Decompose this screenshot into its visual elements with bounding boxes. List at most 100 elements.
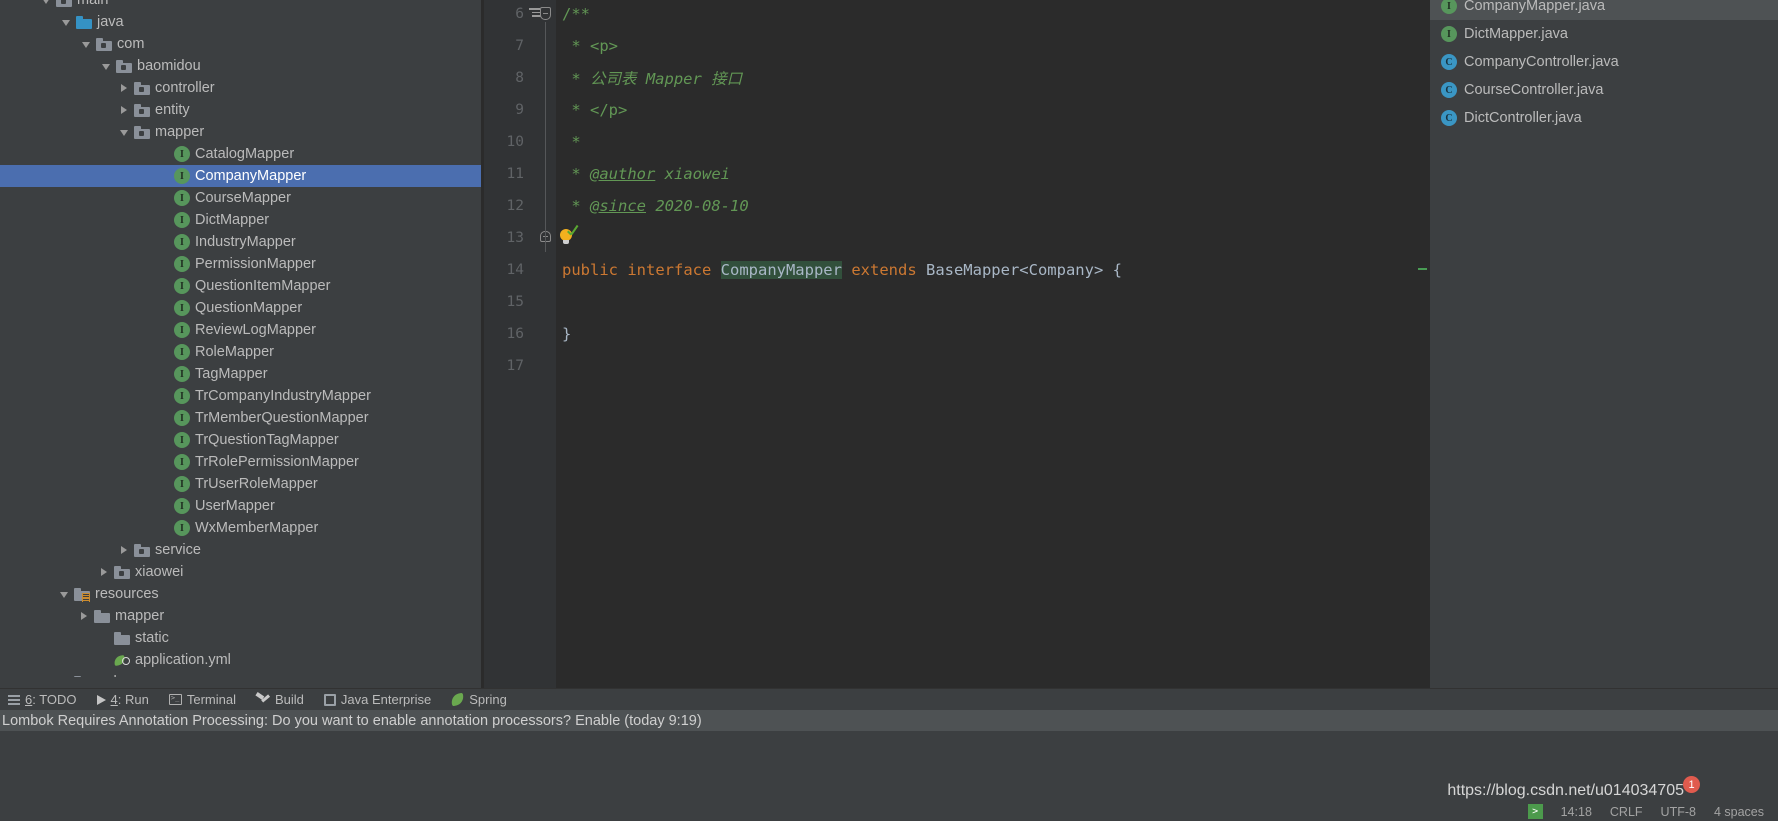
tree-row[interactable]: com (0, 33, 484, 55)
code-line[interactable]: 15 (484, 286, 1430, 318)
tree-row[interactable]: I QuestionMapper (0, 297, 484, 319)
tree-row-label: TagMapper (195, 366, 268, 382)
tool-window-button[interactable]: 4: Run (89, 689, 161, 711)
tree-row[interactable]: I TrUserRoleMapper (0, 473, 484, 495)
status-bar[interactable]: > 14:18 CRLF UTF-8 4 spaces (0, 802, 1778, 821)
code-line[interactable]: 14 public interface CompanyMapper extends… (484, 254, 1430, 286)
intention-bulb-icon[interactable] (558, 226, 580, 248)
tree-row[interactable]: I RoleMapper (0, 341, 484, 363)
notification-bar[interactable]: Lombok Requires Annotation Processing: D… (0, 710, 1778, 731)
file-encoding[interactable]: UTF-8 (1661, 805, 1696, 819)
tree-row[interactable]: I CourseMapper (0, 187, 484, 209)
tool-window-button[interactable]: Spring (443, 689, 519, 711)
tool-window-button[interactable]: Terminal (161, 689, 248, 711)
tree-row[interactable]: static (0, 627, 484, 649)
tree-toggle-expanded-icon[interactable] (80, 38, 93, 51)
code-token: /** (562, 5, 590, 23)
tree-row[interactable]: entity (0, 99, 484, 121)
tree-toggle-collapsed-icon[interactable] (118, 544, 131, 557)
code-line[interactable]: 17 (484, 350, 1430, 382)
package-folder-icon (134, 81, 150, 95)
tree-row[interactable]: main (0, 0, 484, 11)
interface-icon: I (174, 410, 190, 426)
tree-row[interactable]: mapper (0, 121, 484, 143)
code-token: 2020-08-10 (646, 197, 749, 215)
tree-row[interactable]: I TrCompanyIndustryMapper (0, 385, 484, 407)
tree-row[interactable]: I PermissionMapper (0, 253, 484, 275)
line-separator[interactable]: CRLF (1610, 805, 1643, 819)
interface-icon: I (174, 498, 190, 514)
tree-row[interactable]: controller (0, 77, 484, 99)
tree-toggle-expanded-icon[interactable] (100, 60, 113, 73)
recent-file-row[interactable]: C DictController.java (1430, 104, 1778, 132)
tree-row-label: TrCompanyIndustryMapper (195, 388, 371, 404)
project-tree-panel[interactable]: main java com baomidou controller entity mappe… (0, 0, 484, 677)
code-line[interactable]: 8 * 公司表 Mapper 接口 (484, 62, 1430, 94)
caret-position[interactable]: 14:18 (1561, 805, 1592, 819)
code-line[interactable]: 7 * <p> (484, 30, 1430, 62)
tree-row[interactable]: java (0, 11, 484, 33)
interface-icon: I (1441, 26, 1457, 42)
tool-button-label: : TODO (32, 692, 77, 707)
tree-toggle-collapsed-icon[interactable] (118, 82, 131, 95)
tree-row[interactable]: I TrMemberQuestionMapper (0, 407, 484, 429)
tree-toggle-expanded-icon[interactable] (58, 588, 71, 601)
recent-file-row[interactable]: I CompanyMapper.java (1430, 0, 1778, 20)
indent-setting[interactable]: 4 spaces (1714, 805, 1764, 819)
recent-file-row[interactable]: C CourseController.java (1430, 76, 1778, 104)
tree-row[interactable]: I IndustryMapper (0, 231, 484, 253)
tree-toggle-collapsed-icon[interactable] (118, 104, 131, 117)
tree-row[interactable]: webapp (0, 671, 484, 677)
code-line[interactable]: 10 * (484, 126, 1430, 158)
tool-window-button[interactable]: Java Enterprise (316, 689, 443, 711)
tree-row[interactable]: I DictMapper (0, 209, 484, 231)
code-content[interactable]: 6/** 7 * <p> 8 * 公司表 Mapper 接口 9 * </p> 10 *… (484, 0, 1430, 688)
tree-row[interactable]: I TrRolePermissionMapper (0, 451, 484, 473)
code-line[interactable]: 16} (484, 318, 1430, 350)
tree-row[interactable]: I TagMapper (0, 363, 484, 385)
tool-window-bar[interactable]: 6: TODO4: RunTerminalBuildJava Enterpris… (0, 688, 1778, 710)
tree-row[interactable]: I TrQuestionTagMapper (0, 429, 484, 451)
code-line[interactable]: 9 * </p> (484, 94, 1430, 126)
recent-file-row[interactable]: C CompanyController.java (1430, 48, 1778, 76)
tree-row[interactable]: I QuestionItemMapper (0, 275, 484, 297)
tool-window-button[interactable]: Build (248, 689, 316, 711)
recent-files-popup[interactable]: I CompanyMapper.java I DictMapper.java C Comp… (1430, 0, 1778, 688)
tree-row[interactable]: I ReviewLogMapper (0, 319, 484, 341)
tree-row[interactable]: I CompanyMapper (0, 165, 484, 187)
tree-toggle-expanded-icon[interactable] (60, 16, 73, 29)
code-editor[interactable]: 6/** 7 * <p> 8 * 公司表 Mapper 接口 9 * </p> 10 *… (484, 0, 1430, 688)
interface-icon: I (174, 520, 190, 536)
tree-row[interactable]: resources (0, 583, 484, 605)
tree-row[interactable]: mapper (0, 605, 484, 627)
tree-toggle-collapsed-icon[interactable] (98, 566, 111, 579)
tree-row[interactable]: I CatalogMapper (0, 143, 484, 165)
code-text: * <p> (562, 37, 618, 55)
tree-toggle-expanded-icon[interactable] (40, 0, 53, 7)
tree-row[interactable]: service (0, 539, 484, 561)
git-branch-icon[interactable]: > (1527, 804, 1543, 819)
tree-row[interactable]: application.yml (0, 649, 484, 671)
tree-row[interactable]: I WxMemberMapper (0, 517, 484, 539)
recent-file-row[interactable]: I DictMapper.java (1430, 20, 1778, 48)
tree-toggle-collapsed-icon[interactable] (78, 610, 91, 623)
tool-window-button[interactable]: 6: TODO (0, 689, 89, 711)
tree-toggle-expanded-icon[interactable] (118, 126, 131, 139)
tree-row[interactable]: I UserMapper (0, 495, 484, 517)
code-line[interactable]: 13 (484, 222, 1430, 254)
code-line[interactable]: 11 * @author xiaowei (484, 158, 1430, 190)
code-line[interactable]: 12 * @since 2020-08-10 (484, 190, 1430, 222)
tree-toggle-collapsed-icon[interactable] (58, 676, 71, 678)
fold-collapse-icon[interactable] (540, 7, 551, 20)
tree-row[interactable]: xiaowei (0, 561, 484, 583)
line-number: 11 (506, 166, 524, 182)
tree-row[interactable]: baomidou (0, 55, 484, 77)
code-line[interactable]: 6 /** (484, 0, 1430, 30)
